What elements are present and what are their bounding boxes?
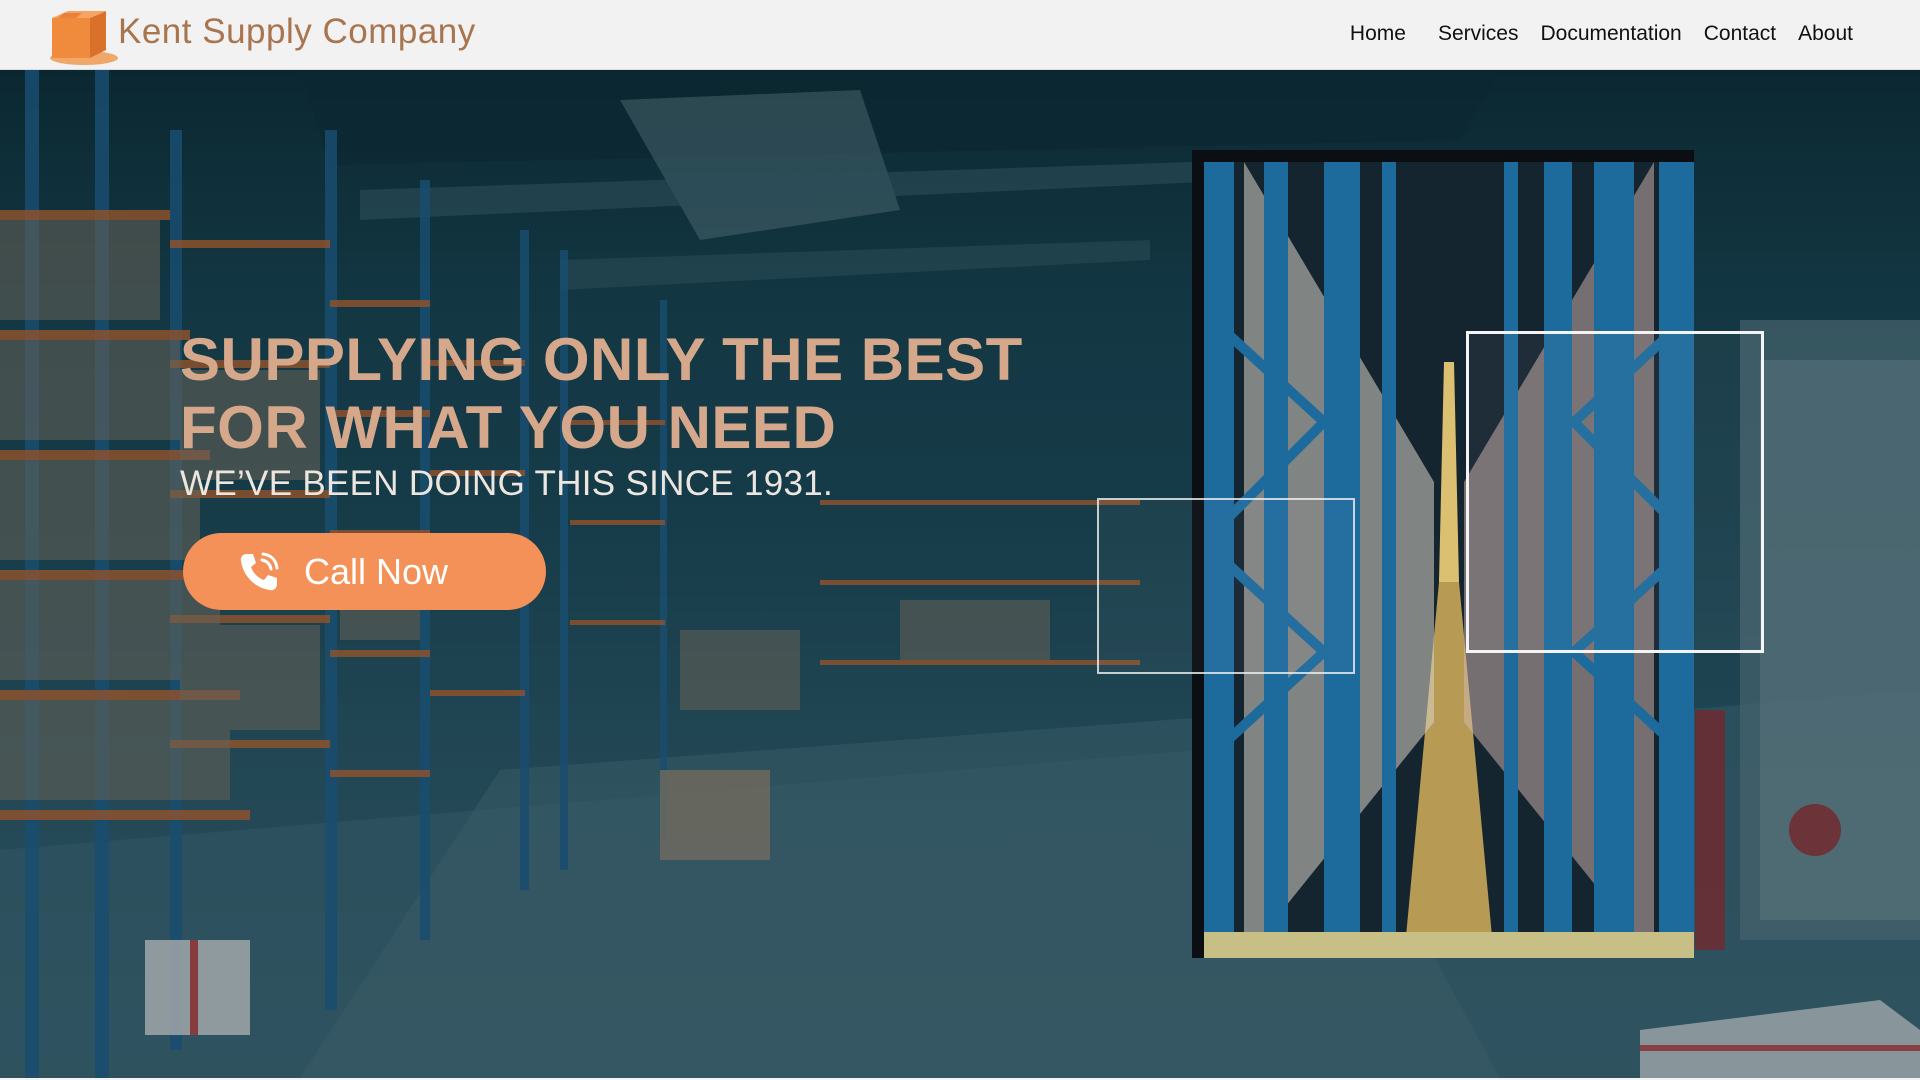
nav-contact[interactable]: Contact <box>1693 22 1787 46</box>
main-nav: Home Services Documentation Contact Abou… <box>1339 22 1864 46</box>
image-frame-overlay <box>1466 331 1764 653</box>
image-frame-overlay-small <box>1097 498 1355 674</box>
call-now-button[interactable]: Call Now <box>183 533 546 610</box>
call-now-label: Call Now <box>304 551 449 592</box>
hero-section: SUPPLYING ONLY THE BEST FOR WHAT YOU NEE… <box>0 70 1920 1078</box>
nav-about[interactable]: About <box>1787 22 1864 46</box>
nav-services[interactable]: Services <box>1427 22 1530 46</box>
nav-home[interactable]: Home <box>1339 22 1417 46</box>
hero-headline-line1: SUPPLYING ONLY THE BEST <box>180 326 1023 393</box>
brand-name[interactable]: Kent Supply Company <box>118 12 476 52</box>
box-logo-icon[interactable] <box>46 6 120 66</box>
hero-headline: SUPPLYING ONLY THE BEST FOR WHAT YOU NEE… <box>180 326 1023 462</box>
hero-headline-line2: FOR WHAT YOU NEED <box>180 394 837 461</box>
phone-icon <box>240 552 279 591</box>
nav-documentation[interactable]: Documentation <box>1529 22 1692 46</box>
site-header: Kent Supply Company Home Services Docume… <box>0 0 1920 70</box>
hero-subline: WE’VE BEEN DOING THIS SINCE 1931. <box>180 464 834 503</box>
